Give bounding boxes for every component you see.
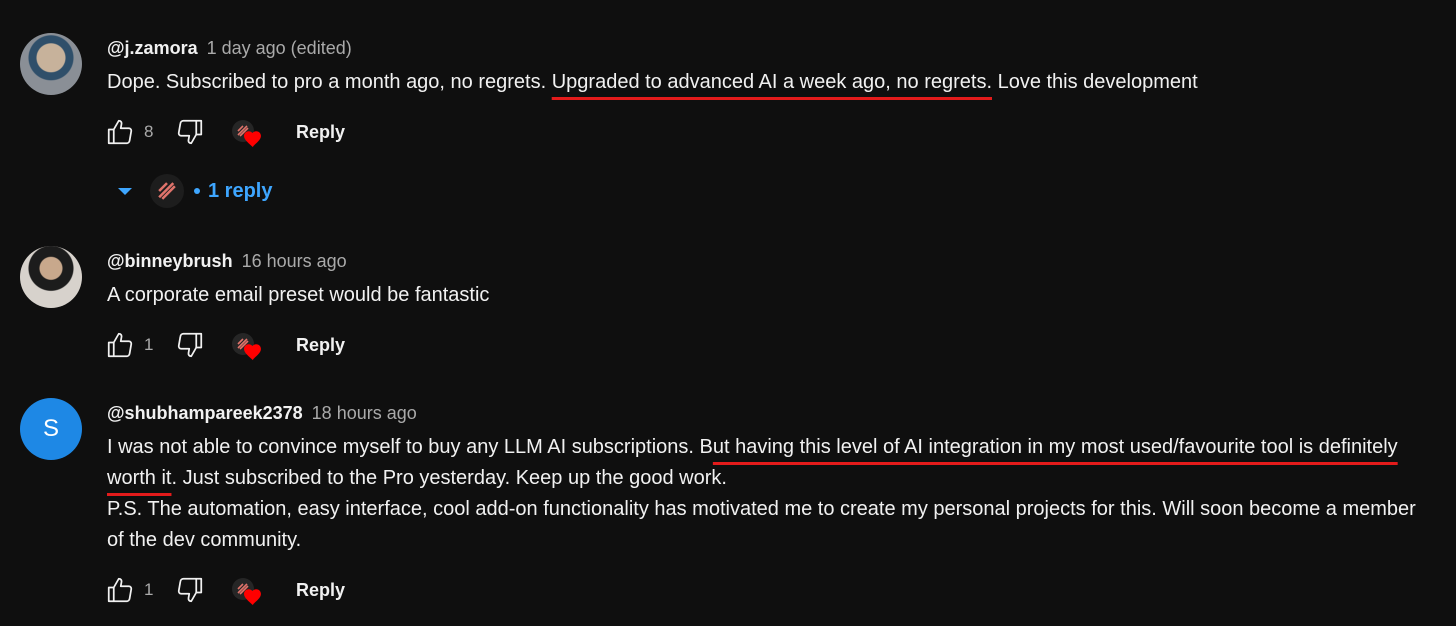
highlighted-text: Upgraded to advanced AI a week ago, no r… [551, 71, 993, 93]
replies-toggle[interactable]: 1 reply [116, 173, 272, 209]
comment-text: I was not able to convince myself to buy… [107, 432, 1427, 556]
comment-header: @binneybrush 16 hours ago [107, 251, 347, 272]
thumb-down-icon [177, 119, 203, 145]
separator-dot [194, 188, 200, 194]
avatar-letter: S [42, 415, 59, 442]
comment-time[interactable]: 18 hours ago [312, 403, 417, 423]
thumb-down-icon [177, 577, 203, 603]
comment-text-part: Dope. Subscribed to pro a month ago, no … [107, 71, 552, 93]
comment-header: @shubhampareek2378 18 hours ago [107, 403, 417, 424]
comment-header: @j.zamora 1 day ago (edited) [107, 38, 352, 59]
author-name[interactable]: @binneybrush [107, 251, 233, 271]
like-button[interactable] [104, 329, 136, 361]
thumb-up-icon [107, 332, 133, 358]
avatar[interactable] [20, 246, 82, 308]
comment-text-part: I was not able to convince myself to buy… [107, 436, 713, 458]
like-count: 1 [144, 335, 154, 354]
like-button[interactable] [104, 574, 136, 606]
like-count: 1 [144, 580, 154, 599]
reply-button[interactable]: Reply [296, 580, 345, 601]
creator-heart [228, 116, 264, 148]
comment-actions: 1 Reply [104, 329, 345, 361]
creator-heart-icon [244, 131, 261, 148]
author-name[interactable]: @j.zamora [107, 38, 198, 58]
dislike-button[interactable] [174, 116, 206, 148]
like-count: 8 [144, 122, 154, 141]
thumb-up-icon [107, 119, 133, 145]
dislike-button[interactable] [174, 574, 206, 606]
avatar[interactable]: S [20, 398, 82, 460]
comment-text-part: . Just subscribed to the Pro yesterday. … [171, 467, 727, 489]
comment-text-ps: P.S. The automation, easy interface, coo… [107, 498, 1416, 551]
like-button[interactable] [104, 116, 136, 148]
comment-time[interactable]: 1 day ago (edited) [207, 38, 352, 58]
creator-heart-icon [244, 589, 261, 606]
avatar[interactable] [20, 33, 82, 95]
creator-avatar-icon [150, 174, 184, 208]
creator-heart-icon [244, 344, 261, 361]
comment-time[interactable]: 16 hours ago [242, 251, 347, 271]
dislike-button[interactable] [174, 329, 206, 361]
comment-actions: 1 Reply [104, 574, 345, 606]
comment-text: Dope. Subscribed to pro a month ago, no … [107, 67, 1427, 98]
author-name[interactable]: @shubhampareek2378 [107, 403, 303, 423]
reply-button[interactable]: Reply [296, 335, 345, 356]
reply-button[interactable]: Reply [296, 122, 345, 143]
thumb-up-icon [107, 577, 133, 603]
caret-down-icon [116, 182, 134, 200]
comment-text: A corporate email preset would be fantas… [107, 284, 490, 306]
creator-heart [228, 329, 264, 361]
thumb-down-icon [177, 332, 203, 358]
creator-heart [228, 574, 264, 606]
comment-actions: 8 Reply [104, 116, 345, 148]
comment-text-part: Love this development [992, 71, 1198, 93]
replies-count[interactable]: 1 reply [208, 180, 272, 203]
